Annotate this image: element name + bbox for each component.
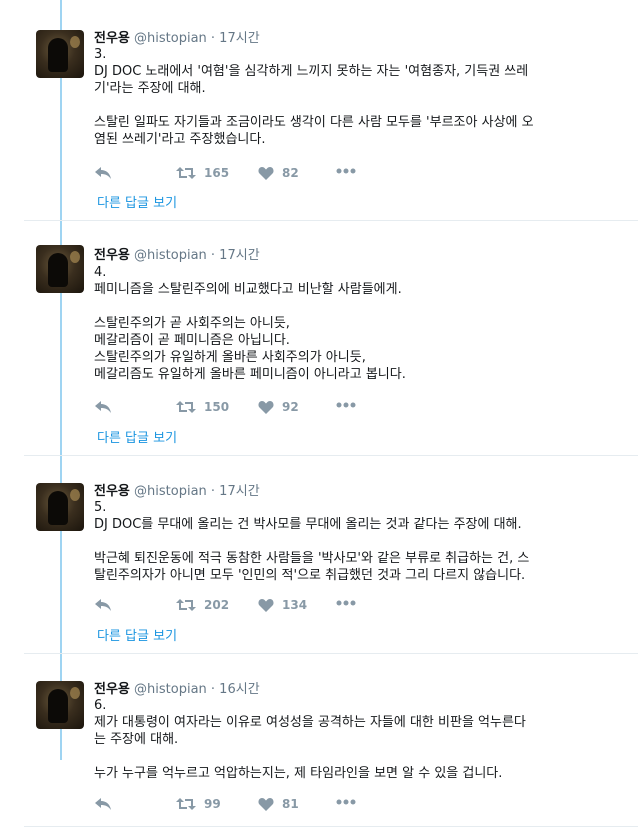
more-button[interactable] [336, 402, 356, 408]
reply-button[interactable] [94, 797, 112, 811]
like-count: 134 [282, 598, 308, 612]
retweet-button[interactable]: 150 [176, 400, 229, 414]
like-button[interactable]: 81 [258, 797, 299, 811]
tweet-header: 전우용 @histopian · 16시간 [94, 678, 260, 697]
tweet[interactable]: 전우용 @histopian · 16시간 6. 제가 대통령이 여자라는 이유… [0, 653, 638, 826]
tweet-text: 3. DJ DOC 노래에서 '여혐'을 심각하게 느끼지 못하는 자는 '여혐… [94, 47, 534, 147]
reply-icon [95, 401, 111, 413]
reply-button[interactable] [94, 598, 112, 612]
heart-icon [258, 167, 274, 180]
like-button[interactable]: 92 [258, 400, 299, 414]
tweet-divider [24, 826, 638, 827]
tweet-text: 6. 제가 대통령이 여자라는 이유로 여성성을 공격하는 자들에 대한 비판을… [94, 698, 526, 781]
heart-icon [258, 599, 274, 612]
like-count: 92 [282, 400, 299, 414]
like-button[interactable]: 82 [258, 166, 299, 180]
username[interactable]: @histopian [134, 484, 207, 499]
timestamp[interactable]: · 17시간 [211, 248, 260, 263]
tweet-text: 5. DJ DOC를 무대에 올리는 건 박사모를 무대에 올리는 것과 같다는… [94, 500, 530, 583]
reply-icon [95, 599, 111, 611]
timestamp[interactable]: · 16시간 [211, 682, 260, 697]
retweet-count: 165 [204, 166, 230, 180]
retweet-count: 202 [204, 598, 230, 612]
more-dots-icon [336, 402, 356, 408]
reply-button[interactable] [94, 166, 112, 180]
tweet-text: 4. 페미니즘을 스탈린주의에 비교했다고 비난할 사람들에게. 스탈린주의가 … [94, 265, 406, 382]
reply-button[interactable] [94, 400, 112, 414]
show-more-replies-link[interactable]: 다른 답글 보기 [97, 625, 177, 644]
heart-icon [258, 401, 274, 414]
show-more-replies-link[interactable]: 다른 답글 보기 [97, 427, 177, 446]
reply-icon [95, 798, 111, 810]
more-dots-icon [336, 168, 356, 174]
reply-icon [95, 167, 111, 179]
more-button[interactable] [336, 600, 356, 606]
avatar[interactable] [36, 681, 84, 729]
retweet-count: 150 [204, 400, 230, 414]
timestamp[interactable]: · 17시간 [211, 484, 260, 499]
tweet-actions: 165 82 [94, 166, 394, 184]
retweet-button[interactable]: 99 [176, 797, 221, 811]
show-more-replies-link[interactable]: 다른 답글 보기 [97, 192, 177, 211]
more-dots-icon [336, 799, 356, 805]
timestamp[interactable]: · 17시간 [211, 31, 260, 46]
tweet-header: 전우용 @histopian · 17시간 [94, 27, 260, 46]
retweet-button[interactable]: 202 [176, 598, 229, 612]
more-dots-icon [336, 600, 356, 606]
display-name[interactable]: 전우용 [94, 31, 130, 46]
tweet-actions: 202 134 [94, 598, 394, 616]
like-count: 81 [282, 797, 299, 811]
avatar[interactable] [36, 245, 84, 293]
display-name[interactable]: 전우용 [94, 484, 130, 499]
tweet-actions: 99 81 [94, 797, 394, 815]
heart-icon [258, 798, 274, 811]
like-count: 82 [282, 166, 299, 180]
retweet-icon [176, 401, 196, 413]
display-name[interactable]: 전우용 [94, 248, 130, 263]
retweet-icon [176, 798, 196, 810]
tweet-actions: 150 92 [94, 400, 394, 418]
more-button[interactable] [336, 168, 356, 174]
tweet[interactable]: 전우용 @histopian · 17시간 4. 페미니즘을 스탈린주의에 비교… [0, 220, 638, 455]
display-name[interactable]: 전우용 [94, 682, 130, 697]
retweet-icon [176, 599, 196, 611]
retweet-icon [176, 167, 196, 179]
tweet-header: 전우용 @histopian · 17시간 [94, 480, 260, 499]
tweet[interactable]: 전우용 @histopian · 17시간 3. DJ DOC 노래에서 '여혐… [0, 0, 638, 220]
tweet-header: 전우용 @histopian · 17시간 [94, 244, 260, 263]
tweet[interactable]: 전우용 @histopian · 17시간 5. DJ DOC를 무대에 올리는… [0, 455, 638, 653]
like-button[interactable]: 134 [258, 598, 307, 612]
username[interactable]: @histopian [134, 682, 207, 697]
avatar[interactable] [36, 483, 84, 531]
retweet-count: 99 [204, 797, 221, 811]
username[interactable]: @histopian [134, 248, 207, 263]
username[interactable]: @histopian [134, 31, 207, 46]
avatar[interactable] [36, 30, 84, 78]
retweet-button[interactable]: 165 [176, 166, 229, 180]
more-button[interactable] [336, 799, 356, 805]
